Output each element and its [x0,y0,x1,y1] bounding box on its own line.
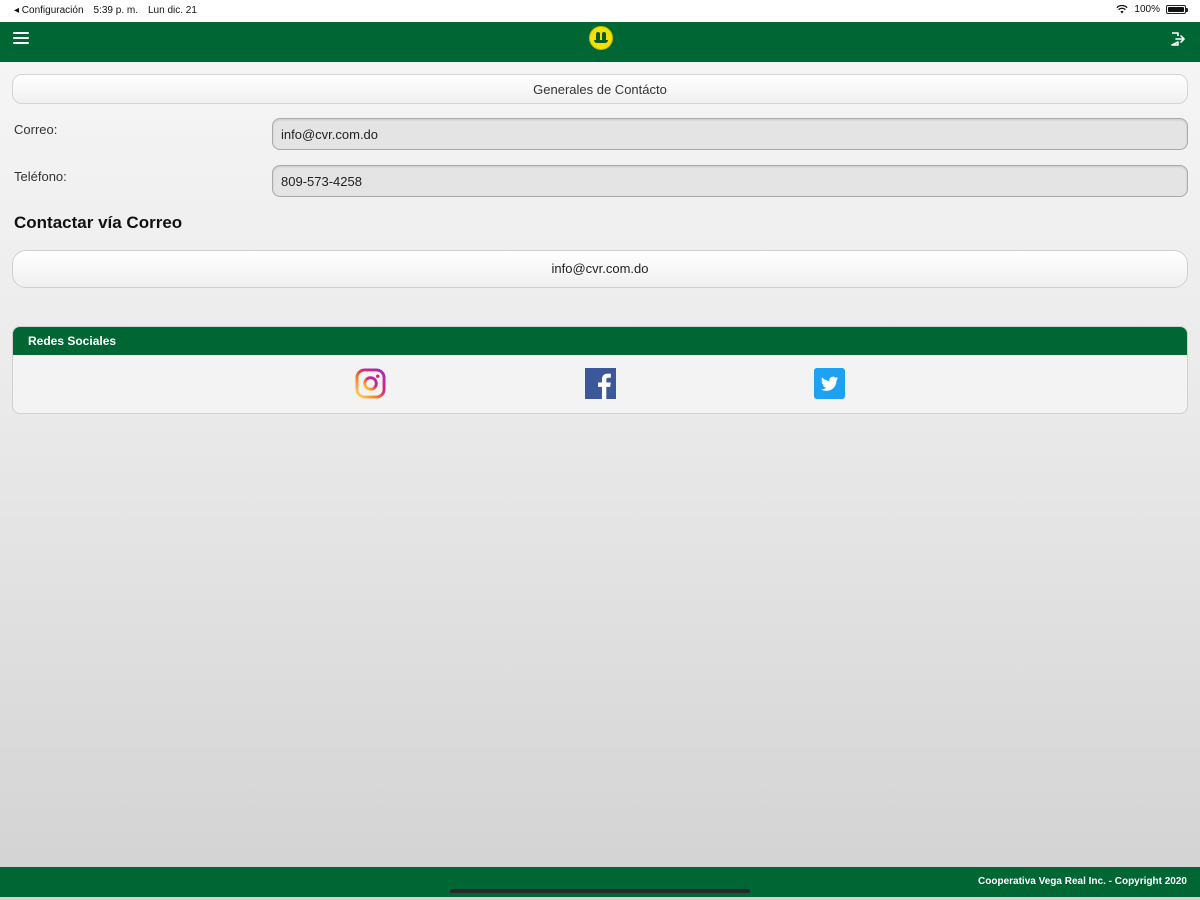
phone-field[interactable] [272,165,1188,197]
cooperative-logo-icon [589,26,613,50]
battery-icon [1166,5,1188,14]
contact-section-header: Generales de Contácto [12,74,1188,104]
wifi-icon [1116,5,1129,14]
instagram-icon[interactable] [355,368,386,399]
contact-email-heading: Contactar vía Correo [14,213,183,232]
status-time: 5:39 p. m. [93,5,138,16]
hamburger-menu-icon[interactable] [13,32,29,46]
status-date: Lun dic. 21 [147,5,197,16]
app-header [0,22,1200,62]
logout-icon[interactable] [1170,31,1186,47]
email-label: Correo: [14,122,58,137]
facebook-icon[interactable] [585,368,616,399]
back-to-settings-link[interactable]: ◂ Configuración [14,5,84,16]
copyright-text: Cooperativa Vega Real Inc. - Copyright 2… [978,876,1187,887]
social-networks-title: Redes Sociales [13,327,1187,355]
social-networks-panel: Redes Sociales [12,326,1188,414]
status-bar: ◂ Configuración 5:39 p. m. Lun dic. 21 1… [0,0,1200,22]
twitter-icon[interactable] [814,368,845,399]
battery-percentage: 100% [1134,4,1160,15]
home-indicator[interactable] [450,889,750,893]
email-field[interactable] [272,118,1188,150]
phone-label: Teléfono: [14,169,67,184]
send-email-button[interactable]: info@cvr.com.do [12,250,1188,288]
